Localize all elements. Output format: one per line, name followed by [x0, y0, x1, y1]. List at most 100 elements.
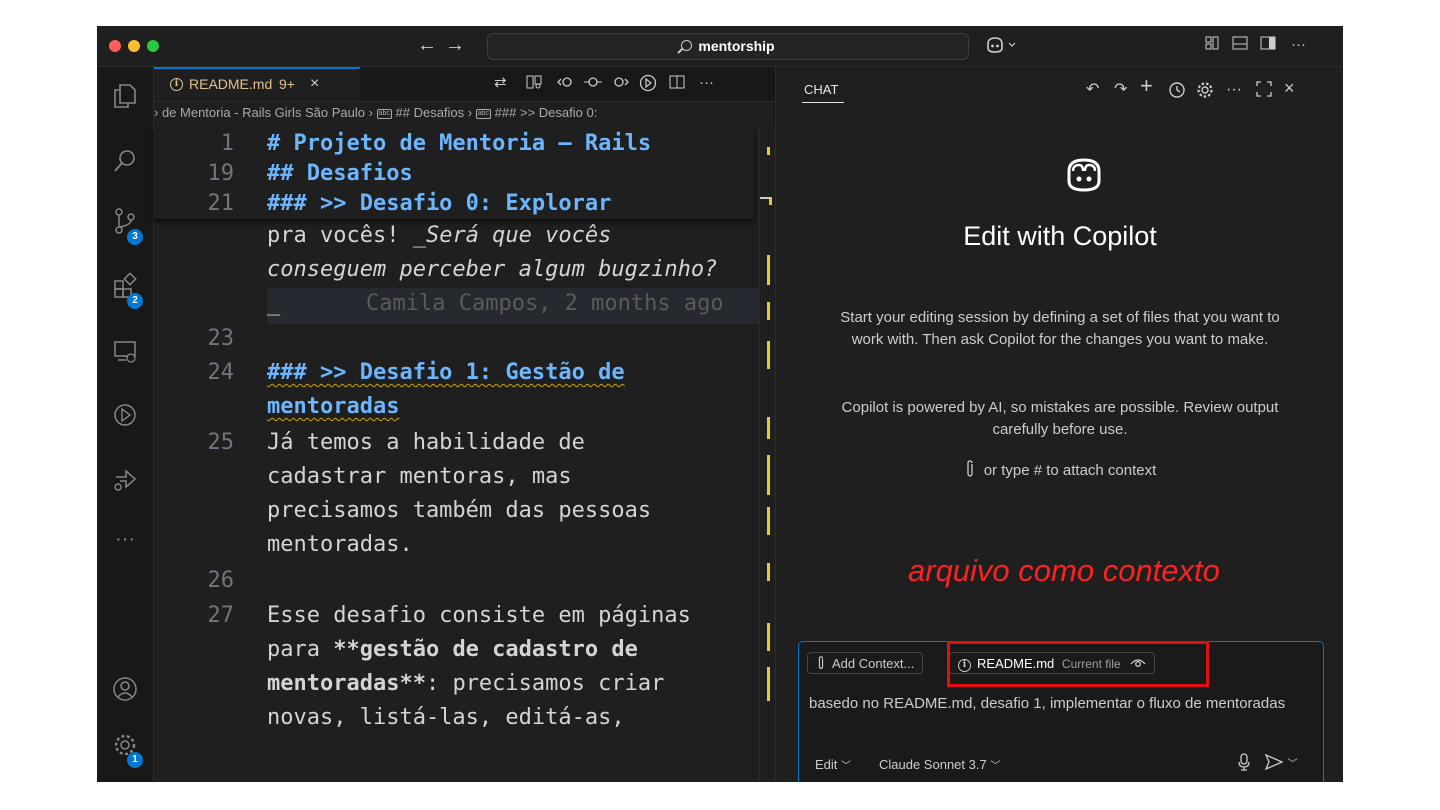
breadcrumb-subsection[interactable]: ### >> Desafio 0: — [495, 105, 598, 120]
explorer-icon[interactable] — [111, 81, 139, 109]
change-marker — [767, 302, 770, 320]
source-control-badge: 3 — [127, 229, 143, 245]
change-marker — [767, 255, 770, 285]
search-icon — [681, 40, 693, 51]
change-marker — [767, 455, 770, 495]
symbol-icon: abc — [376, 109, 392, 119]
send-icon — [1264, 753, 1284, 771]
highlight-box — [947, 641, 1209, 687]
more-actions-icon[interactable]: ··· — [1291, 36, 1306, 54]
remote-explorer-icon[interactable] — [111, 337, 139, 365]
code-line: ### >> Desafio 1: Gestão de — [267, 360, 625, 385]
add-context-button[interactable]: Add Context... — [807, 652, 924, 674]
change-marker — [767, 341, 770, 369]
chat-input-box[interactable]: Add Context... i README.md Current file b… — [798, 641, 1324, 782]
change-marker — [767, 507, 770, 535]
close-panel-icon[interactable]: × — [1284, 79, 1295, 97]
close-window-button[interactable] — [109, 40, 121, 52]
model-picker[interactable]: Claude Sonnet 3.7 ﹀ — [879, 757, 1000, 772]
line-number: 1 — [220, 131, 234, 156]
code-line: Esse desafio consiste em páginas — [267, 603, 691, 628]
title-bar: ← → mentorship ··· — [97, 26, 1343, 67]
sticky-line[interactable]: ### >> Desafio 0: Explorar — [267, 191, 611, 216]
line-number: 23 — [207, 326, 235, 351]
chat-panel: CHAT ↶ ↷ + ··· × Edit with Copilot Start… — [775, 67, 1343, 782]
history-icon[interactable] — [1168, 81, 1186, 104]
tab-filename: README.md — [189, 76, 273, 92]
line-number: 21 — [207, 191, 235, 216]
open-preview-icon[interactable] — [526, 74, 542, 95]
sticky-scroll-header[interactable]: 1 # Projeto de Mentoria – Rails 19 ## De… — [154, 127, 754, 219]
attach-hint: or type # to attach context — [776, 457, 1343, 479]
forward-button[interactable]: → — [445, 34, 465, 56]
change-marker — [767, 623, 770, 651]
toggle-secondary-sidebar-icon[interactable] — [1260, 36, 1276, 55]
vscode-window: ← → mentorship ··· 3 2 ··· 1 i README.md… — [97, 26, 1343, 782]
chat-message-input[interactable]: basedo no README.md, desafio 1, implemen… — [809, 692, 1299, 715]
editor-group: i README.md 9+ × ⇄ ··· › de Mentoria - R… — [154, 67, 775, 782]
code-line: pra vocês! _Será que vocês — [267, 223, 612, 248]
paperclip-icon — [818, 656, 824, 670]
breadcrumb-file[interactable]: › de Mentoria - Rails Girls São Paulo — [154, 105, 365, 120]
annotation-label: arquivo como contexto — [908, 553, 1220, 588]
split-editor-icon[interactable] — [669, 74, 685, 95]
run-debug-icon[interactable] — [111, 401, 139, 429]
search-text: mentorship — [698, 38, 775, 54]
line-number: 26 — [207, 568, 235, 593]
live-share-icon[interactable] — [111, 465, 139, 493]
code-editor[interactable]: pra vocês! _Será que vocês conseguem per… — [154, 127, 767, 782]
change-marker — [767, 563, 770, 581]
editor-tabs: i README.md 9+ × ⇄ ··· — [154, 67, 774, 102]
chat-description: Start your editing session by defining a… — [840, 309, 1280, 348]
breadcrumb[interactable]: › de Mentoria - Rails Girls São Paulo › … — [154, 102, 774, 124]
line-number: 19 — [207, 161, 235, 186]
breadcrumb-section[interactable]: ## Desafios — [396, 105, 465, 120]
tab-readme[interactable]: i README.md 9+ × — [154, 67, 360, 101]
git-blame-annotation[interactable]: Camila Campos, 2 months ago — [366, 291, 724, 316]
sticky-line[interactable]: ## Desafios — [267, 161, 413, 186]
active-tab-indicator — [802, 102, 844, 103]
minimize-window-button[interactable] — [128, 40, 140, 52]
more-views-icon[interactable]: ··· — [111, 525, 139, 553]
next-change-icon[interactable] — [612, 74, 630, 95]
customize-layout-icon[interactable] — [1205, 36, 1219, 55]
code-line: precisamos também das pessoas — [267, 498, 652, 523]
search-icon[interactable] — [111, 147, 139, 175]
new-chat-plus-icon[interactable]: + — [1140, 75, 1153, 97]
line-number: 24 — [207, 360, 235, 385]
copilot-menu-button[interactable] — [985, 36, 1021, 59]
tab-problems-count: 9+ — [279, 76, 295, 92]
undo-icon[interactable]: ↶ — [1086, 81, 1099, 99]
back-button[interactable]: ← — [417, 34, 437, 56]
redo-icon[interactable]: ↷ — [1114, 81, 1127, 99]
sticky-line[interactable]: # Projeto de Mentoria – Rails — [267, 131, 651, 156]
timeline-icon[interactable] — [584, 74, 602, 95]
code-line: novas, listá-las, editá-as, — [267, 705, 625, 730]
microphone-icon[interactable] — [1237, 752, 1251, 775]
toggle-panel-icon[interactable] — [1232, 36, 1248, 55]
compare-changes-icon[interactable]: ⇄ — [494, 74, 507, 92]
line-number: 25 — [207, 430, 235, 455]
code-line: para **gestão de cadastro de — [267, 637, 638, 662]
command-center-search[interactable]: mentorship — [487, 33, 969, 60]
extensions-badge: 2 — [127, 293, 143, 309]
change-marker — [767, 667, 770, 701]
previous-change-icon[interactable] — [556, 74, 574, 95]
editor-scrollbar[interactable] — [759, 127, 775, 782]
tab-close-icon[interactable]: × — [310, 69, 319, 99]
accounts-icon[interactable] — [111, 675, 139, 703]
chat-disclaimer: Copilot is powered by AI, so mistakes ar… — [841, 399, 1279, 438]
breadcrumb-separator: › — [467, 105, 473, 120]
mode-picker[interactable]: Edit ﹀ — [815, 757, 851, 772]
send-button[interactable]: ﹀ — [1264, 753, 1298, 774]
zoom-window-button[interactable] — [147, 40, 159, 52]
tab-chat[interactable]: CHAT — [804, 82, 838, 97]
chat-more-actions-icon[interactable]: ··· — [1226, 81, 1242, 99]
chevron-down-icon: ﹀ — [1287, 759, 1298, 770]
settings-gear-icon[interactable] — [1196, 81, 1214, 104]
code-line: cadastrar mentoras, mas — [267, 464, 572, 489]
maximize-icon[interactable] — [1256, 81, 1272, 102]
change-marker — [769, 197, 772, 205]
git-blame-icon[interactable] — [639, 74, 657, 97]
editor-more-actions-icon[interactable]: ··· — [699, 74, 714, 92]
